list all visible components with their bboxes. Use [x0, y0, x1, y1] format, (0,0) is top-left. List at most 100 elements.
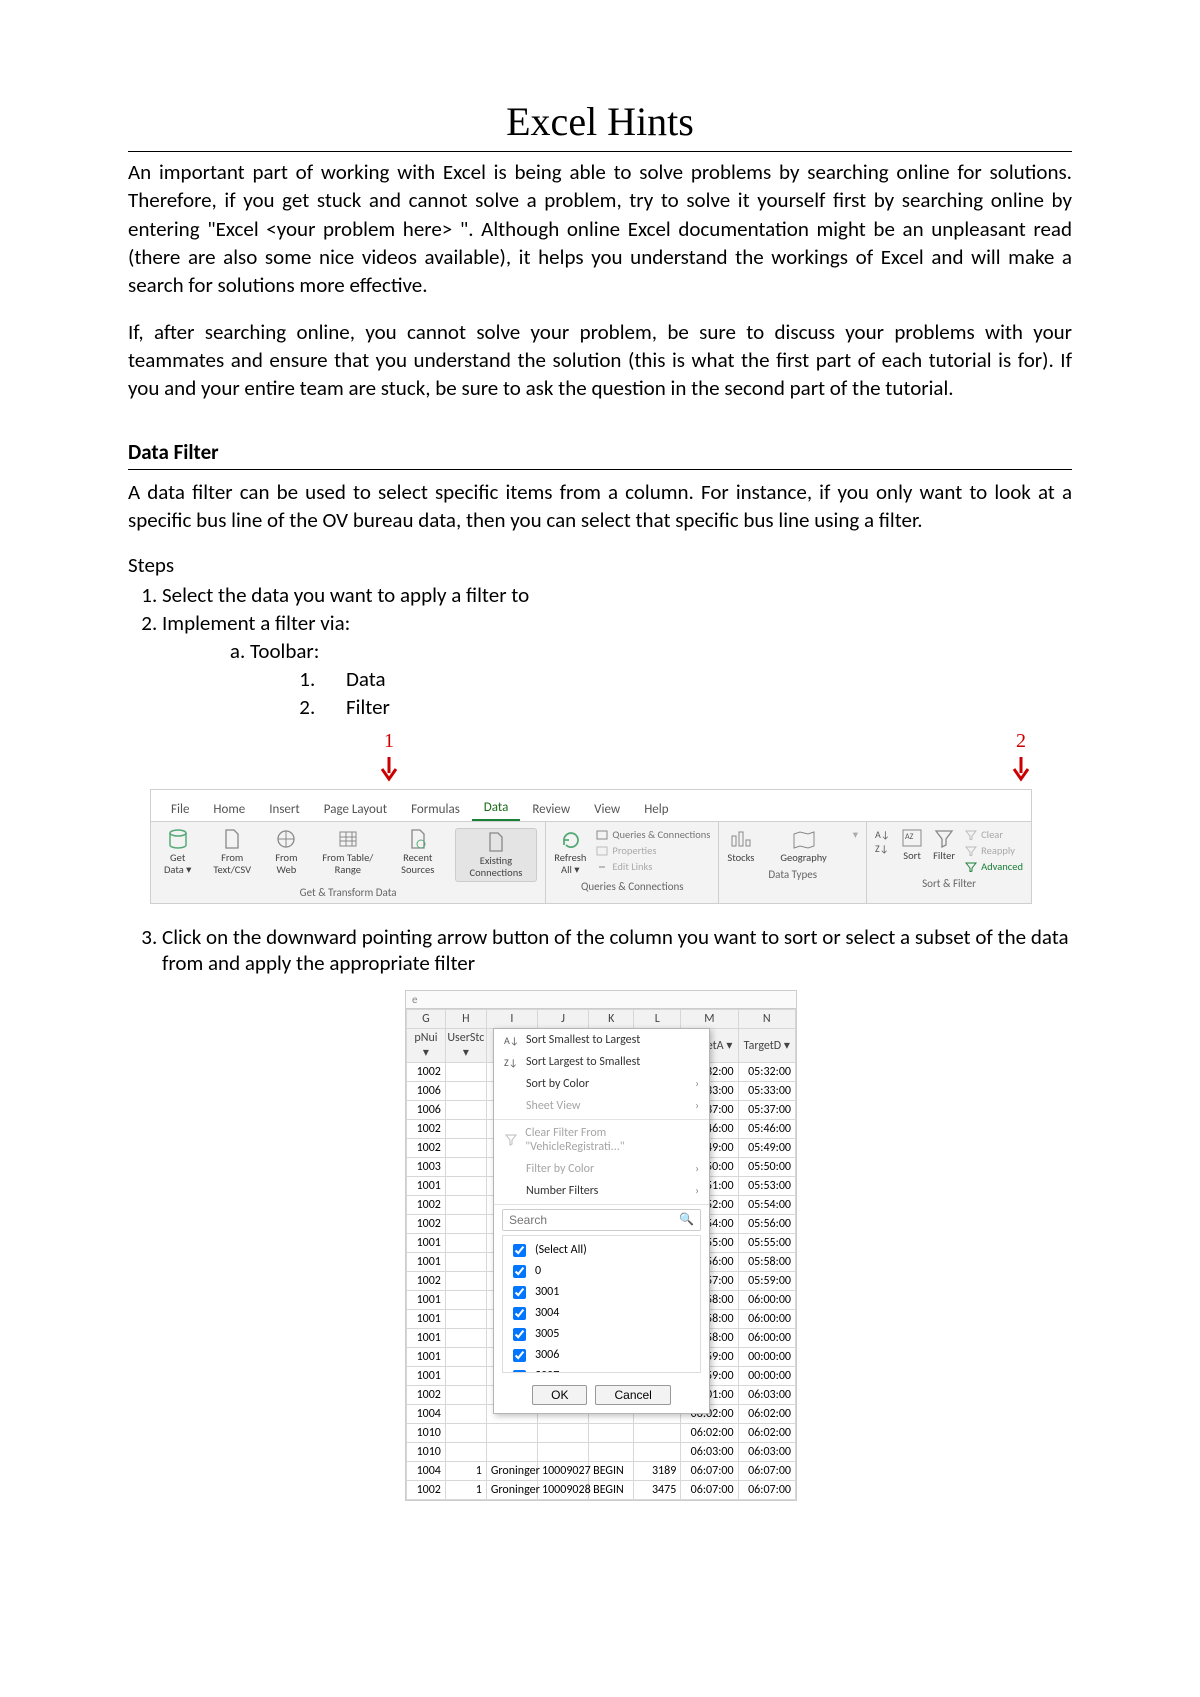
- cell[interactable]: [445, 1423, 486, 1442]
- from-web-button[interactable]: From Web: [268, 828, 305, 875]
- sort-largest-to-smallest[interactable]: Z↓ Sort Largest to Smallest: [494, 1051, 709, 1073]
- tab-insert[interactable]: Insert: [257, 798, 312, 821]
- cell[interactable]: 1003: [407, 1157, 446, 1176]
- edit-links-button[interactable]: Edit Links: [596, 860, 710, 873]
- filter-value-checkbox[interactable]: 3007: [509, 1366, 694, 1373]
- checkbox[interactable]: [513, 1349, 526, 1362]
- column-letter[interactable]: H: [445, 1009, 486, 1028]
- cell[interactable]: 00:00:00: [738, 1347, 795, 1366]
- cell[interactable]: [445, 1366, 486, 1385]
- cell[interactable]: 1002: [407, 1385, 446, 1404]
- filter-value-checkbox[interactable]: 3006: [509, 1345, 694, 1366]
- cell[interactable]: 05:49:00: [738, 1138, 795, 1157]
- checkbox[interactable]: [513, 1286, 526, 1299]
- cell[interactable]: [538, 1442, 589, 1461]
- cell[interactable]: [634, 1423, 681, 1442]
- cell[interactable]: 00:00:00: [738, 1366, 795, 1385]
- sort-button[interactable]: AZ Sort: [901, 828, 923, 862]
- cell[interactable]: 10009027: [538, 1461, 589, 1480]
- column-letter[interactable]: M: [681, 1009, 738, 1028]
- get-data-button[interactable]: Get Data ▾: [159, 828, 196, 875]
- tab-home[interactable]: Home: [201, 798, 257, 821]
- filter-value-checkbox[interactable]: 3004: [509, 1303, 694, 1324]
- cell[interactable]: 06:02:00: [738, 1404, 795, 1423]
- cell[interactable]: 1006: [407, 1100, 446, 1119]
- tab-data[interactable]: Data: [472, 796, 521, 821]
- cell[interactable]: 1002: [407, 1062, 446, 1081]
- cell[interactable]: 06:07:00: [738, 1480, 795, 1499]
- reapply-button[interactable]: Reapply: [965, 844, 1023, 857]
- filter-value-checkbox[interactable]: (Select All): [509, 1240, 694, 1261]
- sort-az-button[interactable]: A↓: [875, 828, 891, 840]
- cell[interactable]: [445, 1062, 486, 1081]
- cell[interactable]: 1001: [407, 1233, 446, 1252]
- cell[interactable]: [445, 1271, 486, 1290]
- column-header[interactable]: pNui ▾: [407, 1028, 446, 1062]
- cell[interactable]: 06:00:00: [738, 1290, 795, 1309]
- cell[interactable]: 1001: [407, 1252, 446, 1271]
- clear-filter-button[interactable]: Clear: [965, 828, 1023, 841]
- filter-search-input[interactable]: [503, 1210, 673, 1230]
- tab-file[interactable]: File: [159, 798, 201, 821]
- cell[interactable]: 06:07:00: [681, 1480, 738, 1499]
- recent-sources-button[interactable]: Recent Sources: [391, 828, 445, 875]
- cell[interactable]: 1001: [407, 1347, 446, 1366]
- cell[interactable]: 3475: [634, 1480, 681, 1499]
- cell[interactable]: [445, 1081, 486, 1100]
- datatype-more-icon[interactable]: ▾: [853, 828, 858, 841]
- cell[interactable]: 06:07:00: [738, 1461, 795, 1480]
- cell[interactable]: 06:00:00: [738, 1309, 795, 1328]
- cell[interactable]: 06:03:00: [681, 1442, 738, 1461]
- cell[interactable]: [445, 1100, 486, 1119]
- cell[interactable]: 05:53:00: [738, 1176, 795, 1195]
- cell[interactable]: 05:32:00: [738, 1062, 795, 1081]
- cell[interactable]: [589, 1423, 634, 1442]
- filter-value-checkbox[interactable]: 3001: [509, 1282, 694, 1303]
- cell[interactable]: [445, 1176, 486, 1195]
- cell[interactable]: [445, 1233, 486, 1252]
- formula-bar[interactable]: e: [406, 991, 796, 1009]
- cell[interactable]: 05:58:00: [738, 1252, 795, 1271]
- number-filters[interactable]: Number Filters ›: [494, 1180, 709, 1202]
- cell[interactable]: 05:55:00: [738, 1233, 795, 1252]
- checkbox[interactable]: [513, 1370, 526, 1373]
- cell[interactable]: 06:07:00: [681, 1461, 738, 1480]
- advanced-filter-button[interactable]: Advanced: [965, 860, 1023, 873]
- tab-help[interactable]: Help: [632, 798, 680, 821]
- cell[interactable]: 05:33:00: [738, 1081, 795, 1100]
- cell[interactable]: [634, 1442, 681, 1461]
- cell[interactable]: [445, 1195, 486, 1214]
- column-header[interactable]: TargetD ▾: [738, 1028, 795, 1062]
- column-letter[interactable]: N: [738, 1009, 795, 1028]
- sort-smallest-to-largest[interactable]: A↓ Sort Smallest to Largest: [494, 1029, 709, 1051]
- cell[interactable]: 06:03:00: [738, 1442, 795, 1461]
- cell[interactable]: [445, 1404, 486, 1423]
- existing-connections-button[interactable]: Existing Connections: [455, 828, 538, 881]
- sort-by-color[interactable]: Sort by Color ›: [494, 1073, 709, 1095]
- cell[interactable]: 1001: [407, 1290, 446, 1309]
- cell[interactable]: 1010: [407, 1442, 446, 1461]
- cell[interactable]: 05:46:00: [738, 1119, 795, 1138]
- cell[interactable]: 3189: [634, 1461, 681, 1480]
- checkbox[interactable]: [513, 1244, 526, 1257]
- cell[interactable]: 1002: [407, 1480, 446, 1499]
- cell[interactable]: 1: [445, 1461, 486, 1480]
- cell[interactable]: 1: [445, 1480, 486, 1499]
- cancel-button[interactable]: Cancel: [595, 1385, 670, 1405]
- column-letter[interactable]: L: [634, 1009, 681, 1028]
- column-header[interactable]: UserStc ▾: [445, 1028, 486, 1062]
- cell[interactable]: 1006: [407, 1081, 446, 1100]
- cell[interactable]: 10009028: [538, 1480, 589, 1499]
- filter-values-list[interactable]: (Select All) 0 3001 3004 3005 3006 3007 …: [502, 1235, 701, 1373]
- cell[interactable]: [589, 1442, 634, 1461]
- geography-button[interactable]: Geography: [780, 828, 826, 864]
- cell[interactable]: 05:54:00: [738, 1195, 795, 1214]
- cell[interactable]: 05:59:00: [738, 1271, 795, 1290]
- cell[interactable]: [486, 1442, 537, 1461]
- cell[interactable]: [445, 1157, 486, 1176]
- ok-button[interactable]: OK: [532, 1385, 587, 1405]
- column-letter[interactable]: K: [589, 1009, 634, 1028]
- cell[interactable]: 1004: [407, 1461, 446, 1480]
- cell[interactable]: [445, 1442, 486, 1461]
- cell[interactable]: 1001: [407, 1366, 446, 1385]
